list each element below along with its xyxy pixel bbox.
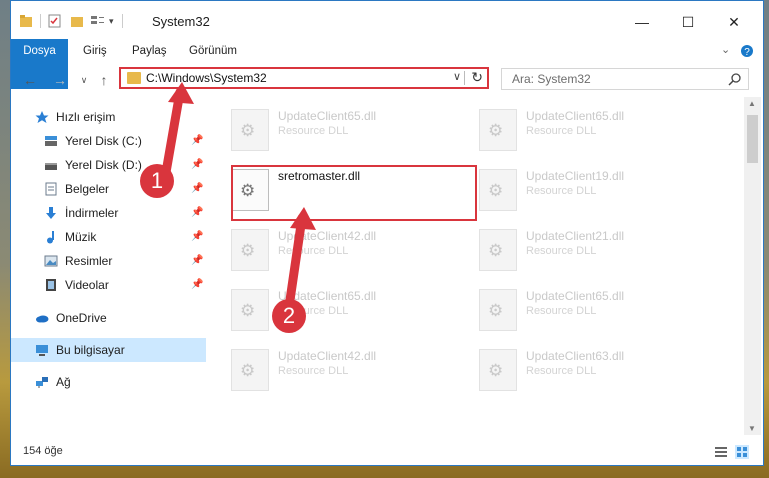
arrow-head-icon <box>168 82 194 104</box>
step-badge-1: 1 <box>140 164 174 198</box>
arrow-to-address-bar <box>160 87 185 183</box>
step-badge-2: 2 <box>272 299 306 333</box>
arrow-head-icon <box>290 207 316 230</box>
annotation-arrows <box>160 82 316 305</box>
arrow-to-file <box>285 213 307 305</box>
